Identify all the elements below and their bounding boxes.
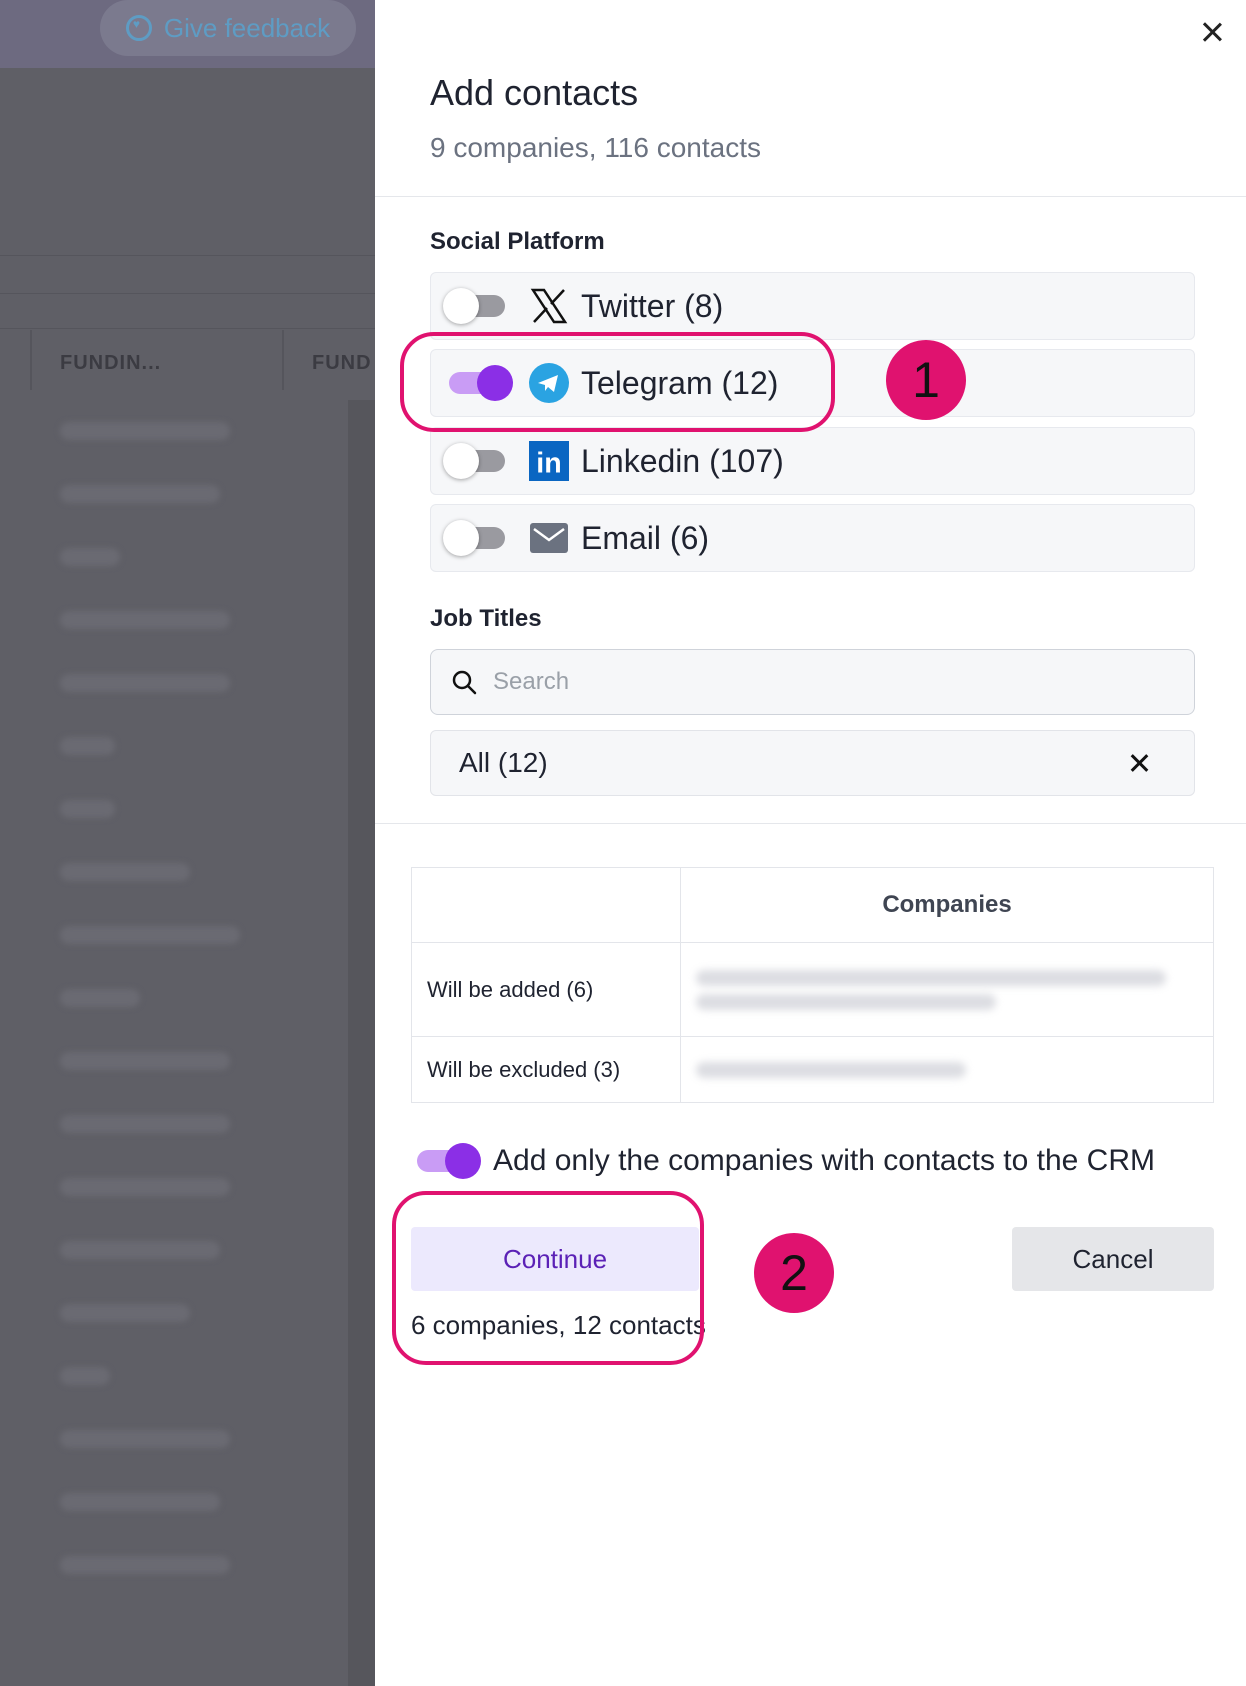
table-header-companies: Companies — [680, 867, 1214, 943]
linkedin-icon: in — [529, 441, 569, 481]
linkedin-toggle[interactable] — [443, 443, 509, 479]
table-row: Will be added (6) — [411, 942, 1214, 1037]
platform-row-twitter: Twitter (8) — [430, 272, 1195, 340]
divider — [375, 823, 1246, 824]
background-table-rows — [0, 400, 375, 1597]
divider — [0, 293, 375, 294]
companies-added-cell — [680, 942, 1214, 1037]
crm-toggle[interactable] — [411, 1143, 481, 1179]
step-badge-1: 1 — [886, 340, 966, 420]
email-toggle[interactable] — [443, 520, 509, 556]
mail-icon — [529, 518, 569, 558]
close-icon[interactable] — [1195, 16, 1229, 50]
give-feedback-label: Give feedback — [163, 12, 331, 43]
add-contacts-panel: Add contacts 9 companies, 116 contacts S… — [375, 0, 1246, 1686]
table-row — [0, 967, 375, 1030]
job-title-search — [430, 649, 1195, 715]
platform-row-email: Email (6) — [430, 504, 1195, 572]
row-label-added: Will be added (6) — [411, 942, 681, 1037]
chip-label: All (12) — [459, 747, 548, 778]
job-titles-label: Job Titles — [430, 605, 542, 632]
platform-label-email: Email (6) — [581, 519, 710, 556]
table-row — [0, 1471, 375, 1534]
table-row — [0, 1282, 375, 1345]
panel-title: Add contacts — [430, 72, 639, 113]
social-platform-label: Social Platform — [430, 228, 605, 255]
table-row — [0, 1030, 375, 1093]
companies-excluded-cell — [680, 1036, 1214, 1103]
twitter-toggle[interactable] — [443, 288, 509, 324]
feedback-icon — [125, 15, 152, 41]
table-row — [0, 1345, 375, 1408]
table-row — [0, 1093, 375, 1156]
column-separator — [30, 330, 32, 390]
give-feedback-button[interactable]: Give feedback — [100, 0, 356, 56]
summary-table: Companies Will be added (6) Will be excl… — [411, 867, 1214, 1103]
search-icon — [451, 669, 477, 695]
platform-label-linkedin: Linkedin (107) — [581, 442, 784, 479]
table-row — [0, 904, 375, 967]
table-row — [0, 463, 375, 526]
column-separator — [282, 330, 284, 390]
table-row — [0, 1408, 375, 1471]
table-row — [0, 778, 375, 841]
table-row — [0, 715, 375, 778]
row-label-excluded: Will be excluded (3) — [411, 1036, 681, 1103]
table-row — [0, 400, 375, 463]
clear-chip-icon[interactable] — [1124, 748, 1154, 778]
table-row — [0, 1156, 375, 1219]
search-input[interactable] — [491, 667, 1145, 697]
table-row — [0, 589, 375, 652]
highlight-telegram — [400, 332, 835, 432]
x-twitter-icon — [529, 286, 569, 326]
table-row — [0, 1219, 375, 1282]
table-row: Will be excluded (3) — [411, 1036, 1214, 1103]
table-header-empty — [411, 867, 681, 943]
column-header-funding-2[interactable]: FUND — [312, 352, 372, 375]
cancel-button[interactable]: Cancel — [1012, 1227, 1214, 1291]
highlight-continue — [392, 1191, 704, 1365]
crm-toggle-label: Add only the companies with contacts to … — [493, 1144, 1155, 1177]
background-app: Give feedback FUNDIN... FUND — [0, 0, 375, 1686]
table-header-row: Companies — [411, 867, 1214, 943]
divider — [375, 196, 1246, 197]
step-badge-2: 2 — [754, 1233, 834, 1313]
panel-subtitle: 9 companies, 116 contacts — [430, 132, 762, 163]
platform-row-linkedin: in Linkedin (107) — [430, 427, 1195, 495]
svg-text:in: in — [536, 447, 561, 479]
table-row — [0, 526, 375, 589]
table-row — [0, 841, 375, 904]
table-row — [0, 652, 375, 715]
platform-label-twitter: Twitter (8) — [581, 287, 724, 324]
crm-toggle-row: Add only the companies with contacts to … — [411, 1143, 1155, 1179]
divider — [0, 328, 375, 329]
table-row — [0, 1534, 375, 1597]
column-header-funding[interactable]: FUNDIN... — [60, 352, 161, 375]
divider — [0, 255, 375, 256]
job-title-chip[interactable]: All (12) — [430, 730, 1195, 796]
